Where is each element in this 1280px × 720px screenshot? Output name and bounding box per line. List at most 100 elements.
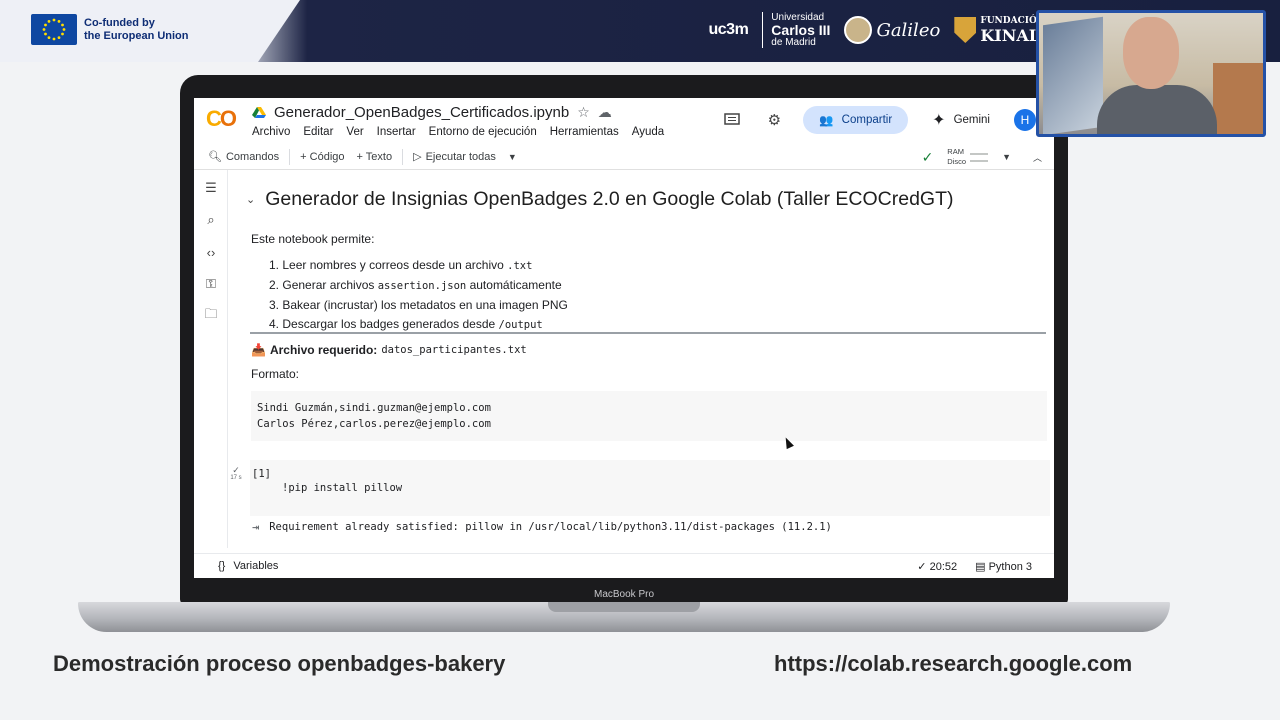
list-item: 3. Bakear (incrustar) los metadatos en u… bbox=[269, 296, 568, 315]
menu-editar[interactable]: Editar bbox=[303, 126, 333, 138]
share-label: Compartir bbox=[841, 114, 893, 126]
carlos-iii-logo: Universidad Carlos III de Madrid bbox=[762, 12, 830, 48]
list-item: 2. Generar archivos assertion.json autom… bbox=[269, 276, 568, 296]
output-text: Requirement already satisfied: pillow in… bbox=[269, 521, 832, 533]
gemini-sparkle-icon: ✦ bbox=[932, 112, 946, 129]
cell-output: ⇥ Requirement already satisfied: pillow … bbox=[252, 520, 832, 534]
caption-title: Demostración proceso openbadges-bakery bbox=[53, 651, 506, 676]
kinal-shield-icon bbox=[954, 17, 977, 43]
presenter-webcam bbox=[1036, 10, 1266, 137]
gemini-button[interactable]: ✦ Gemini bbox=[924, 110, 998, 130]
braces-icon: {} bbox=[218, 560, 226, 572]
runtime-type[interactable]: ▤ Python 3 bbox=[975, 560, 1032, 573]
gemini-label: Gemini bbox=[953, 114, 990, 126]
caption-url: https://colab.research.google.com bbox=[774, 651, 1133, 676]
presenter-head bbox=[1123, 17, 1179, 89]
carlos-line3: de Madrid bbox=[771, 37, 816, 48]
chevron-down-icon[interactable]: ⌄ bbox=[246, 193, 255, 206]
kinal-logo: FUNDACIÓ KINAL bbox=[954, 16, 1040, 45]
notebook-heading: Generador de Insignias OpenBadges 2.0 en… bbox=[265, 188, 954, 210]
laptop-notch bbox=[548, 602, 700, 612]
laptop-model-label: MacBook Pro bbox=[593, 589, 655, 600]
add-code-button[interactable]: + Código bbox=[294, 151, 350, 163]
drive-icon bbox=[252, 106, 266, 118]
files-folder-icon[interactable]: 🗀 bbox=[203, 306, 219, 324]
runtime-indicators: ✓ RAM Disco ▼ ︿ bbox=[922, 144, 1042, 170]
eu-text-line1: Co-funded by bbox=[84, 17, 155, 29]
left-sidebar: ☰ ⌕ ‹› ⚿ 🗀 bbox=[194, 170, 228, 548]
cloud-icon[interactable]: ☁ bbox=[598, 104, 612, 121]
collapse-chevron-up-icon[interactable]: ︿ bbox=[1033, 151, 1042, 164]
output-toggle-icon[interactable]: ⇥ bbox=[252, 520, 259, 534]
horizontal-rule bbox=[250, 332, 1046, 334]
notebook-toolbar: 🔍︎ Comandos + Código + Texto ▷ Ejecutar … bbox=[194, 144, 1054, 170]
step-number: 2. bbox=[269, 278, 280, 292]
colab-logo[interactable]: CO bbox=[206, 106, 237, 132]
connected-check-icon: ✓ bbox=[921, 148, 934, 165]
runtime-dropdown-icon[interactable]: ▼ bbox=[1002, 152, 1011, 162]
variables-label: Variables bbox=[233, 560, 279, 572]
colab-screen: CO Generador_OpenBadges_Certificados.ipy… bbox=[194, 98, 1054, 578]
step-code: .txt bbox=[507, 260, 533, 272]
top-actions: ⚙ 👥 Compartir ✦ Gemini H bbox=[719, 106, 1036, 134]
people-icon: 👥 bbox=[819, 115, 834, 127]
cell-code[interactable]: !pip install pillow bbox=[282, 482, 402, 494]
step-text: Generar archivos bbox=[282, 278, 378, 292]
run-check-icon: ✓ bbox=[232, 465, 240, 475]
status-right: ✓ 20:52 ▤ Python 3 bbox=[917, 560, 1032, 573]
inbox-icon: 📥 bbox=[251, 343, 266, 357]
code-snippets-icon[interactable]: ‹› bbox=[203, 244, 219, 260]
star-icon[interactable]: ☆ bbox=[577, 104, 590, 121]
run-all-button[interactable]: ▷ Ejecutar todas bbox=[407, 150, 502, 164]
toolbar-divider bbox=[402, 148, 404, 165]
step-code: /output bbox=[498, 319, 543, 331]
commands-label: Comandos bbox=[225, 150, 280, 163]
webcam-background-window bbox=[1043, 16, 1103, 134]
secrets-key-icon[interactable]: ⚿ bbox=[203, 276, 219, 292]
variables-button[interactable]: {} Variables bbox=[218, 560, 278, 572]
check-icon: ✓ bbox=[917, 560, 927, 573]
share-button[interactable]: 👥 Compartir bbox=[803, 106, 909, 134]
status-bar: {} Variables ✓ 20:52 ▤ Python 3 bbox=[194, 553, 1054, 578]
last-run-time[interactable]: ✓ 20:52 bbox=[917, 560, 957, 573]
notebook-title[interactable]: Generador_OpenBadges_Certificados.ipynb bbox=[274, 104, 569, 121]
ram-label: RAM bbox=[947, 147, 964, 156]
list-item: 1. Leer nombres y correos desde un archi… bbox=[269, 256, 568, 276]
find-replace-icon[interactable]: ⌕ bbox=[203, 212, 219, 228]
menu-bar: Archivo Editar Ver Insertar Entorno de e… bbox=[252, 126, 664, 138]
comments-icon[interactable] bbox=[719, 107, 745, 133]
table-of-contents-icon[interactable]: ☰ bbox=[203, 180, 219, 196]
partner-logos: uc3m Universidad Carlos III de Madrid Ga… bbox=[708, 10, 1040, 50]
run-all-dropdown-icon[interactable]: ▼ bbox=[502, 152, 523, 162]
run-all-label: Ejecutar todas bbox=[425, 150, 496, 163]
menu-insertar[interactable]: Insertar bbox=[377, 126, 416, 138]
uc3m-logo: uc3m bbox=[708, 21, 749, 38]
play-icon: ▷ bbox=[413, 151, 422, 163]
kinal-line1: FUNDACIÓ bbox=[980, 15, 1037, 26]
format-code-block[interactable]: Sindi Guzmán,sindi.guzman@ejemplo.com Ca… bbox=[251, 391, 1047, 441]
menu-archivo[interactable]: Archivo bbox=[252, 126, 290, 138]
menu-herramientas[interactable]: Herramientas bbox=[550, 126, 619, 138]
add-text-button[interactable]: + Texto bbox=[351, 151, 399, 163]
disk-label: Disco bbox=[947, 157, 967, 166]
galileo-text: Galileo bbox=[876, 19, 941, 41]
user-avatar[interactable]: H bbox=[1014, 109, 1036, 131]
step-text: Descargar los badges generados desde bbox=[282, 317, 499, 331]
menu-entorno[interactable]: Entorno de ejecución bbox=[429, 126, 537, 138]
ram-bar bbox=[970, 152, 989, 155]
cell-exec-time: 17 s bbox=[230, 475, 242, 481]
menu-ayuda[interactable]: Ayuda bbox=[632, 126, 664, 138]
carlos-line2: Carlos III bbox=[771, 22, 831, 38]
settings-gear-icon[interactable]: ⚙ bbox=[761, 107, 787, 133]
menu-ver[interactable]: Ver bbox=[346, 126, 363, 138]
code-cell-editor[interactable]: [1] !pip install pillow bbox=[250, 460, 1050, 516]
code-cell[interactable]: ✓ 17 s [1] !pip install pillow bbox=[230, 460, 1050, 516]
ram-disk-meter[interactable]: RAM Disco bbox=[947, 147, 989, 167]
format-label: Formato: bbox=[251, 367, 300, 381]
cell-run-status[interactable]: ✓ 17 s bbox=[228, 466, 244, 482]
notebook-content: ⌄ Generador de Insignias OpenBadges 2.0 … bbox=[230, 170, 1054, 548]
step-number: 4. bbox=[269, 317, 280, 331]
required-file-line: 📥 Archivo requerido: datos_participantes… bbox=[251, 343, 527, 357]
commands-button[interactable]: 🔍︎ Comandos bbox=[202, 150, 285, 164]
section-heading[interactable]: ⌄ Generador de Insignias OpenBadges 2.0 … bbox=[246, 188, 954, 211]
